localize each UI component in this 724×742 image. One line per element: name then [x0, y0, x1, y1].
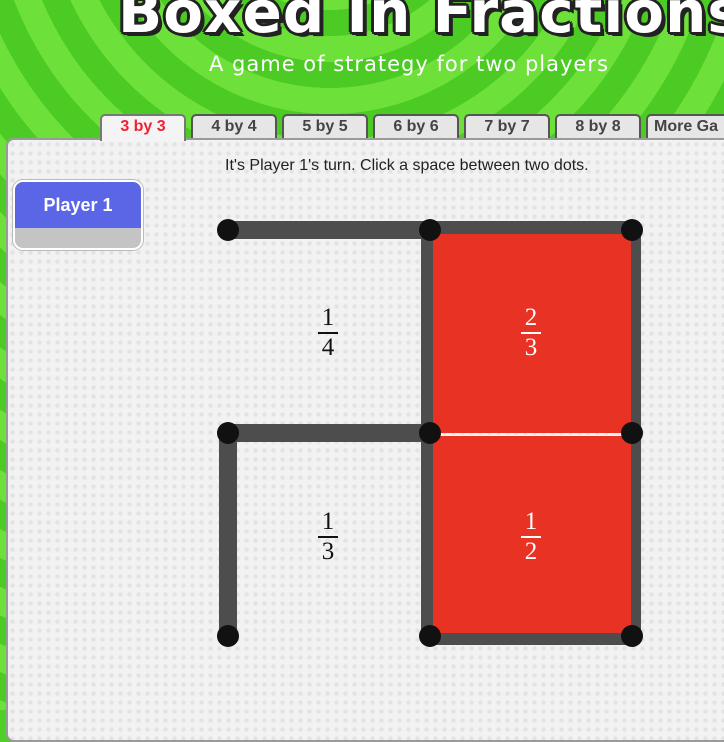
dot	[621, 422, 643, 444]
dot	[621, 625, 643, 647]
game-board	[217, 219, 643, 647]
dot	[217, 422, 239, 444]
dot	[217, 219, 239, 241]
fraction-bottom-left: 13	[308, 509, 348, 564]
fraction-top-left: 14	[308, 305, 348, 360]
dot	[621, 219, 643, 241]
dot	[217, 625, 239, 647]
dot	[419, 625, 441, 647]
fraction-top-right: 23	[511, 305, 551, 360]
dot	[419, 422, 441, 444]
fraction-bottom-right: 12	[511, 509, 551, 564]
dot	[419, 219, 441, 241]
